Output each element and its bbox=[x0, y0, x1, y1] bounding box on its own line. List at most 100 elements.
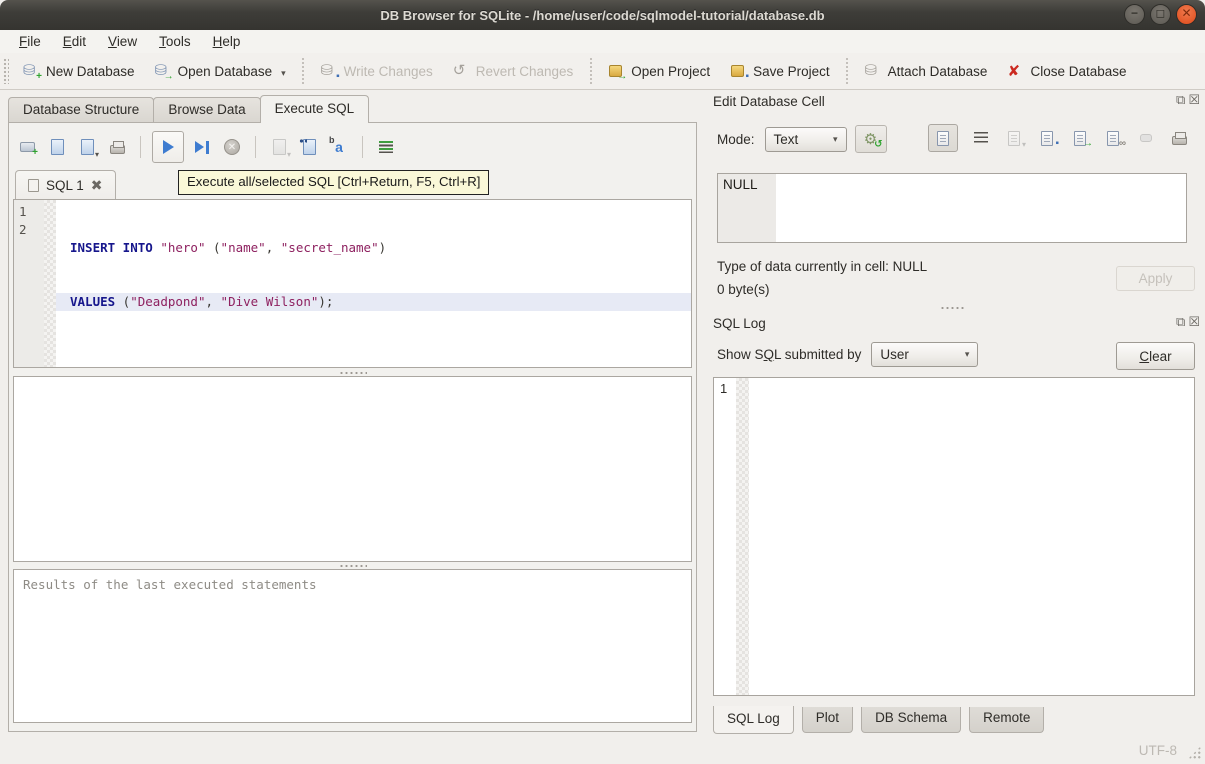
float-dock-icon[interactable]: ⧉ bbox=[1176, 314, 1185, 330]
clear-log-button[interactable]: Clear bbox=[1116, 342, 1195, 370]
dock-tab-plot[interactable]: Plot bbox=[802, 707, 853, 733]
close-database-button[interactable]: ✘ Close Database bbox=[997, 58, 1136, 84]
menu-view[interactable]: View bbox=[97, 32, 148, 51]
sql-editor[interactable]: 1 2 INSERT INTO "hero" ("name", "secret_… bbox=[13, 199, 692, 368]
window-title: DB Browser for SQLite - /home/user/code/… bbox=[380, 8, 824, 23]
sql-log-area[interactable]: 1 bbox=[713, 377, 1195, 696]
float-dock-icon[interactable]: ⧉ bbox=[1176, 92, 1185, 108]
cell-editor-box[interactable]: NULL bbox=[717, 173, 1187, 243]
open-sql-file-icon[interactable] bbox=[45, 135, 69, 159]
menu-tools[interactable]: Tools bbox=[148, 32, 202, 51]
tab-database-structure[interactable]: Database Structure bbox=[8, 97, 154, 123]
open-database-button[interactable]: ⛁→ Open Database ▾ bbox=[145, 58, 296, 84]
maximize-button[interactable]: ◻ bbox=[1150, 4, 1171, 25]
open-in-app-icon[interactable]: ∞ bbox=[1103, 124, 1123, 152]
print-cell-icon[interactable] bbox=[1169, 124, 1189, 152]
resize-grip[interactable] bbox=[1188, 746, 1201, 759]
menu-file[interactable]: File bbox=[8, 32, 52, 51]
menu-edit[interactable]: Edit bbox=[52, 32, 97, 51]
execute-current-line-icon[interactable] bbox=[190, 135, 214, 159]
log-filter-label: Show SQL submitted by bbox=[717, 347, 861, 362]
execute-sql-panel: + ▾ ✕ ▾ ba SQL 1 ✖ Execute all/selected … bbox=[8, 122, 697, 732]
minimize-button[interactable]: − bbox=[1124, 4, 1145, 25]
cell-mode-row: Mode: Text▾ ⚙↺ bbox=[717, 125, 887, 153]
write-changes-button: ⛁▪ Write Changes bbox=[311, 58, 443, 84]
cell-size-info: 0 byte(s) bbox=[717, 282, 770, 297]
sql-tab-label: SQL 1 bbox=[46, 178, 84, 193]
window-controls: − ◻ ✕ bbox=[1124, 4, 1197, 25]
save-cell-icon: ▾ bbox=[1004, 124, 1024, 152]
word-wrap-icon[interactable] bbox=[971, 124, 991, 152]
encoding-indicator: UTF-8 bbox=[1139, 743, 1177, 758]
sql-log-title: SQL Log bbox=[713, 316, 766, 331]
autocomplete-toggle-icon[interactable]: ba bbox=[327, 135, 351, 159]
cell-settings-button[interactable]: ⚙↺ bbox=[855, 125, 887, 153]
new-database-button[interactable]: ⛁+ New Database bbox=[13, 58, 145, 84]
line-number: 1 bbox=[19, 203, 44, 221]
tab-execute-sql[interactable]: Execute SQL bbox=[260, 95, 370, 123]
print-sql-icon[interactable] bbox=[105, 135, 129, 159]
titlebar: DB Browser for SQLite - /home/user/code/… bbox=[0, 0, 1205, 30]
dock-splitter[interactable] bbox=[940, 306, 966, 310]
sql-document-icon bbox=[28, 179, 39, 192]
toolbar-separator bbox=[845, 58, 850, 84]
statusbar: UTF-8 bbox=[0, 733, 1205, 764]
revert-changes-icon: ↺ bbox=[453, 63, 469, 79]
menubar: File Edit View Tools Help bbox=[0, 30, 1205, 53]
open-database-dropdown-arrow[interactable]: ▾ bbox=[281, 68, 286, 79]
close-database-icon: ✘ bbox=[1007, 63, 1023, 79]
results-message-area[interactable]: Results of the last executed statements bbox=[13, 569, 692, 723]
save-project-icon: ▪ bbox=[730, 63, 746, 79]
export-cell-icon[interactable]: → bbox=[1070, 124, 1090, 152]
import-cell-icon[interactable]: ▪ bbox=[1037, 124, 1057, 152]
close-dock-icon[interactable]: ☒ bbox=[1188, 314, 1200, 330]
open-database-icon: ⛁→ bbox=[155, 63, 171, 79]
cell-editor-toolbar: ▾ ▪ → ∞ bbox=[928, 124, 1189, 152]
toolbar-separator bbox=[301, 58, 306, 84]
format-sql-icon[interactable] bbox=[374, 135, 398, 159]
sql-toolbar: + ▾ ✕ ▾ ba bbox=[15, 129, 398, 165]
toolbar-separator bbox=[588, 58, 593, 84]
close-sql-tab-icon[interactable]: ✖ bbox=[91, 177, 103, 194]
new-sql-tab-icon[interactable]: + bbox=[15, 135, 39, 159]
mode-select[interactable]: Text▾ bbox=[765, 127, 847, 152]
save-results-icon: ▾ bbox=[267, 135, 291, 159]
results-grid[interactable] bbox=[13, 376, 692, 562]
execute-all-button[interactable] bbox=[152, 131, 184, 163]
stop-execution-icon: ✕ bbox=[220, 135, 244, 159]
dock-tab-db-schema[interactable]: DB Schema bbox=[861, 707, 961, 733]
log-filter-select[interactable]: User▾ bbox=[871, 342, 978, 367]
line-number: 2 bbox=[19, 221, 44, 239]
toolbar-drag-handle[interactable] bbox=[3, 58, 9, 84]
fold-margin bbox=[44, 200, 56, 367]
main-tab-bar: Database Structure Browse Data Execute S… bbox=[8, 95, 368, 123]
cell-type-info: Type of data currently in cell: NULL bbox=[717, 259, 927, 274]
write-changes-icon: ⛁▪ bbox=[321, 63, 337, 79]
find-in-sql-icon[interactable] bbox=[297, 135, 321, 159]
open-project-button[interactable]: → Open Project bbox=[598, 58, 720, 84]
edit-cell-title: Edit Database Cell bbox=[713, 94, 825, 109]
close-dock-icon[interactable]: ☒ bbox=[1188, 92, 1200, 108]
sql-log-filter-row: Show SQL submitted by User▾ Clear bbox=[717, 342, 978, 367]
menu-help[interactable]: Help bbox=[202, 32, 252, 51]
log-line-number: 1 bbox=[720, 381, 727, 396]
tab-browse-data[interactable]: Browse Data bbox=[153, 97, 260, 123]
dock-tab-bar: SQL Log Plot DB Schema Remote bbox=[713, 707, 1044, 734]
dock-tab-remote[interactable]: Remote bbox=[969, 707, 1044, 733]
dock-tab-sql-log[interactable]: SQL Log bbox=[713, 706, 794, 734]
attach-database-button[interactable]: ⛁ Attach Database bbox=[855, 58, 998, 84]
log-fold-margin bbox=[736, 378, 749, 695]
code-line-1: INSERT INTO "hero" ("name", "secret_name… bbox=[56, 239, 691, 257]
text-view-icon[interactable] bbox=[928, 124, 958, 152]
apply-button: Apply bbox=[1116, 266, 1195, 291]
sql-code[interactable]: INSERT INTO "hero" ("name", "secret_name… bbox=[56, 203, 691, 347]
editor-results-splitter[interactable] bbox=[13, 369, 692, 376]
mode-label: Mode: bbox=[717, 132, 755, 147]
sql-toolbar-separator bbox=[140, 136, 141, 158]
grid-message-splitter[interactable] bbox=[13, 562, 692, 569]
save-sql-file-icon[interactable]: ▾ bbox=[75, 135, 99, 159]
sql-1-tab[interactable]: SQL 1 ✖ bbox=[15, 170, 116, 199]
sql-editor-tab-bar: SQL 1 ✖ bbox=[15, 170, 116, 199]
save-project-button[interactable]: ▪ Save Project bbox=[720, 58, 840, 84]
close-button[interactable]: ✕ bbox=[1176, 4, 1197, 25]
